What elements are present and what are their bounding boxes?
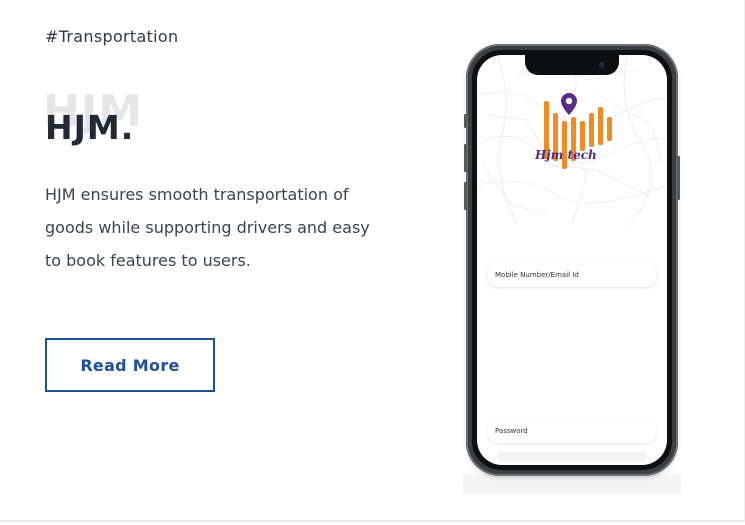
login-button-edge[interactable] bbox=[497, 452, 647, 462]
hjm-tech-logo bbox=[544, 93, 612, 169]
password-field[interactable]: Password bbox=[487, 419, 657, 443]
phone-bezel: Hjm tech Mobile Number/Email Id Password bbox=[472, 50, 672, 470]
project-description: HJM ensures smooth transportation of goo… bbox=[45, 185, 370, 270]
project-title: HJM. bbox=[45, 108, 135, 147]
phone-frame: Hjm tech Mobile Number/Email Id Password bbox=[464, 44, 680, 476]
power-button bbox=[677, 156, 680, 200]
mockup-shadow bbox=[463, 474, 681, 494]
phone-notch bbox=[525, 55, 619, 75]
logo-text: Hjm tech bbox=[535, 148, 597, 162]
volume-down-button bbox=[464, 182, 467, 210]
mobile-email-field[interactable]: Mobile Number/Email Id bbox=[487, 263, 657, 287]
category-tag[interactable]: #Transportation bbox=[45, 27, 178, 46]
mute-switch bbox=[464, 114, 467, 128]
phone-screen: Hjm tech Mobile Number/Email Id Password bbox=[477, 55, 667, 465]
title-block: HJM HJM. bbox=[43, 86, 305, 156]
phone-mockup: Hjm tech Mobile Number/Email Id Password bbox=[463, 44, 681, 494]
project-card: #Transportation HJM HJM. HJM ensures smo… bbox=[0, 0, 745, 522]
read-more-button[interactable]: Read More bbox=[45, 338, 215, 392]
volume-up-button bbox=[464, 144, 467, 172]
camera-icon bbox=[599, 62, 605, 68]
